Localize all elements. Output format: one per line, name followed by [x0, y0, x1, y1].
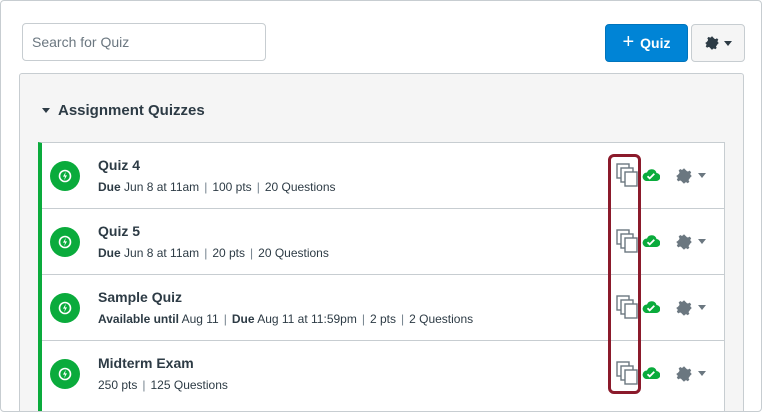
quizzes-page: + Quiz Assignment Quizzes Quiz 4 Due Jun… — [0, 0, 762, 412]
published-icon[interactable] — [642, 233, 660, 249]
chevron-down-icon — [723, 40, 732, 46]
quiz-title-link[interactable]: Quiz 5 — [98, 223, 140, 239]
published-icon[interactable] — [642, 365, 660, 381]
copy-icons-highlight — [608, 154, 641, 394]
quiz-meta: 250 pts | 125 Questions — [98, 378, 228, 392]
chevron-down-icon[interactable] — [698, 305, 706, 310]
chevron-down-icon[interactable] — [698, 371, 706, 376]
quiz-title-link[interactable]: Midterm Exam — [98, 355, 194, 371]
gear-icon[interactable] — [676, 366, 692, 382]
quiz-icon — [50, 161, 80, 191]
gear-icon[interactable] — [676, 168, 692, 184]
add-quiz-button[interactable]: + Quiz — [605, 24, 688, 62]
quiz-meta: Due Jun 8 at 11am | 20 pts | 20 Questions — [98, 246, 329, 260]
chevron-down-icon[interactable] — [698, 239, 706, 244]
quiz-icon — [50, 227, 80, 257]
gear-icon[interactable] — [676, 234, 692, 250]
search-input[interactable] — [22, 23, 266, 61]
quiz-title-link[interactable]: Quiz 4 — [98, 157, 140, 173]
quiz-title-link[interactable]: Sample Quiz — [98, 289, 182, 305]
settings-menu-button[interactable] — [691, 24, 745, 62]
plus-icon: + — [622, 31, 635, 53]
gear-icon — [704, 36, 719, 50]
quiz-meta: Due Jun 8 at 11am | 100 pts | 20 Questions — [98, 180, 336, 194]
group-toggle[interactable]: Assignment Quizzes — [42, 102, 205, 119]
quiz-icon — [50, 359, 80, 389]
quiz-meta: Available until Aug 11 | Due Aug 11 at 11:… — [98, 312, 474, 326]
published-icon[interactable] — [642, 167, 660, 183]
collapse-caret-icon — [42, 108, 50, 113]
group-title: Assignment Quizzes — [58, 102, 205, 119]
add-quiz-label: Quiz — [640, 35, 671, 51]
chevron-down-icon[interactable] — [698, 173, 706, 178]
quiz-icon — [50, 293, 80, 323]
published-icon[interactable] — [642, 299, 660, 315]
gear-icon[interactable] — [676, 300, 692, 316]
